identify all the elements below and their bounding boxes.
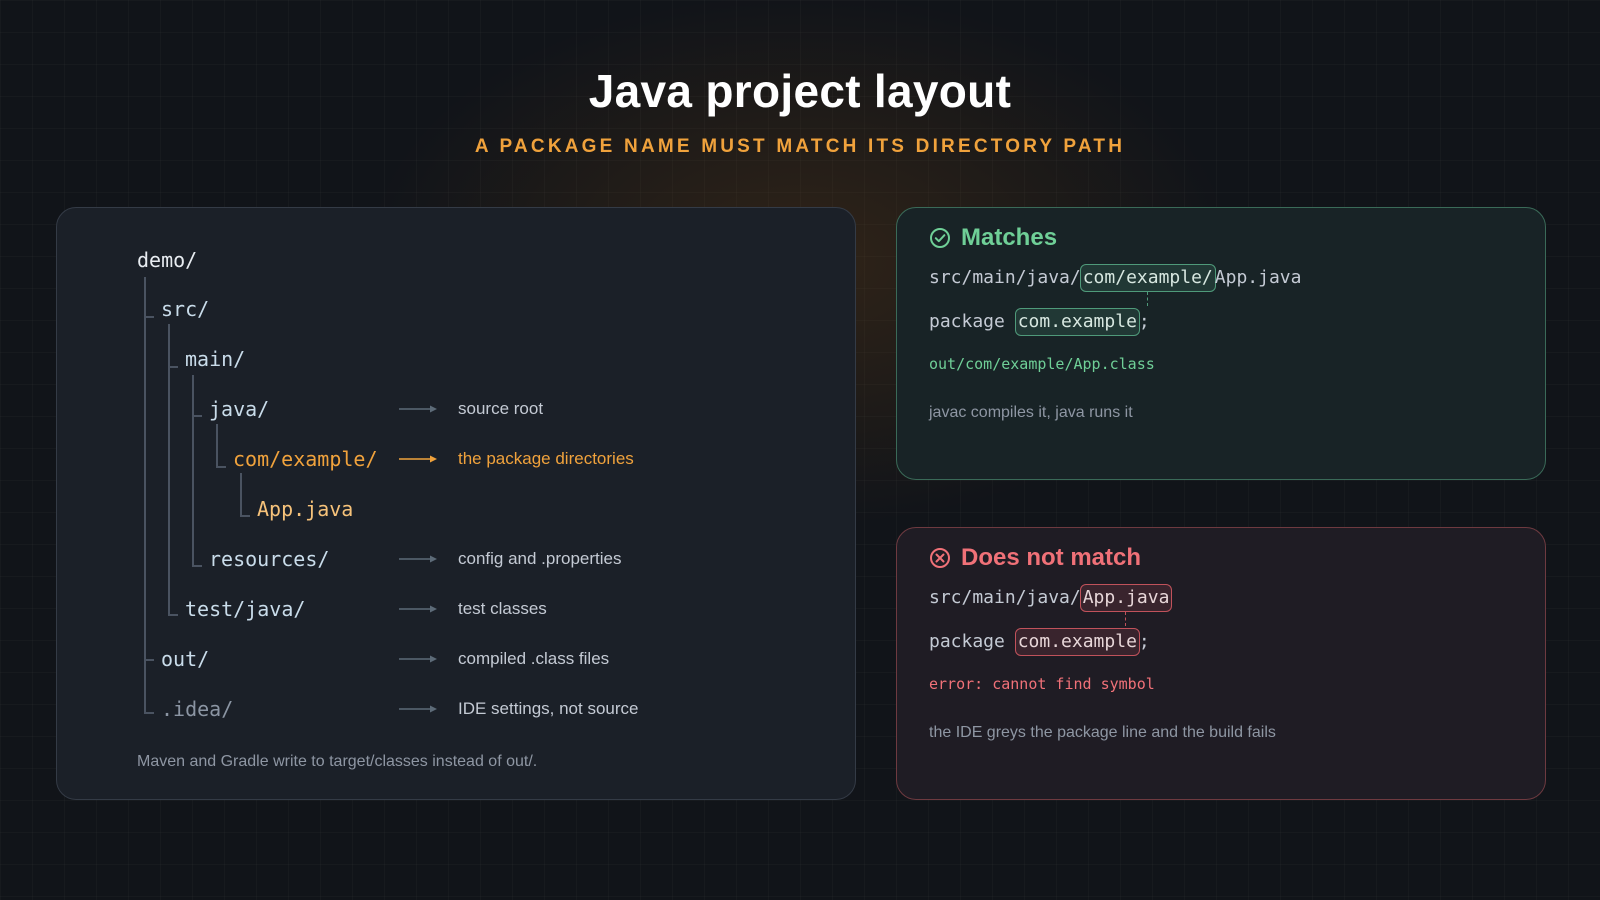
tree-branch-line (168, 614, 178, 616)
note-compiled-classes: compiled .class files (458, 649, 610, 668)
note-package-directories: the package directories (458, 449, 634, 468)
arrow-right-icon (399, 405, 437, 413)
directory-tree-panel: demo/ src/ main/ java/ com/example/ App.… (56, 207, 856, 800)
tree-branch-line (192, 415, 202, 417)
tree-node-test-java: test/java/ (185, 597, 306, 621)
tree-node-resources: resources/ (209, 547, 330, 571)
arrow-right-icon (399, 655, 437, 663)
page-title: Java project layout (588, 65, 1012, 117)
arrow-right-icon (399, 455, 437, 463)
mismatch-header: Does not match (929, 544, 1141, 572)
matches-caption: javac compiles it, java runs it (929, 404, 1133, 421)
path-highlight: App.java (1079, 584, 1173, 612)
tree-guide-line (168, 324, 170, 614)
matches-path: src/main/java/com/example/App.java (929, 264, 1301, 292)
matches-card: Matches src/main/java/com/example/App.ja… (896, 207, 1546, 480)
matches-package-line: package com.example; (929, 308, 1150, 336)
tree-branch-line (144, 712, 154, 714)
note-test-classes: test classes (458, 599, 547, 618)
matches-title: Matches (961, 224, 1058, 251)
tree-node-main: main/ (185, 347, 246, 371)
tree-node-java: java/ (209, 397, 270, 421)
x-circle-icon (930, 548, 950, 568)
tree-guide-line (144, 277, 146, 713)
tree-branch-line (144, 659, 154, 661)
arrow-right-icon (399, 555, 437, 563)
arrow-right-icon (399, 605, 437, 613)
package-keyword: package (929, 311, 1016, 332)
mismatch-card: Does not match src/main/java/App.java pa… (896, 527, 1546, 800)
tree-branch-line (240, 515, 250, 517)
note-source-root: source root (458, 399, 544, 418)
note-ide-settings: IDE settings, not source (458, 699, 639, 718)
package-name: com.example (1014, 628, 1140, 656)
tree-branch-line (192, 565, 202, 567)
package-semicolon: ; (1138, 311, 1150, 332)
mismatch-connector (1125, 612, 1126, 626)
tree-node-demo: demo/ (137, 248, 198, 272)
arrow-right-icon (399, 705, 437, 713)
tree-guide-line (240, 473, 242, 515)
page-subtitle: A PACKAGE NAME MUST MATCH ITS DIRECTORY … (474, 136, 1126, 157)
matches-output: out/com/example/App.class (929, 355, 1155, 373)
directory-tree: demo/ src/ main/ java/ com/example/ App.… (57, 208, 857, 801)
mismatch-error: error: cannot find symbol (929, 675, 1155, 693)
note-resources: config and .properties (458, 549, 622, 568)
path-prefix: src/main/java/ (929, 587, 1081, 608)
package-name: com.example (1014, 308, 1140, 336)
package-keyword: package (929, 631, 1016, 652)
matches-header: Matches (929, 224, 1057, 252)
tree-branch-line (216, 466, 226, 468)
path-prefix: src/main/java/ (929, 267, 1081, 288)
tree-node-idea: .idea/ (161, 697, 234, 721)
tree-guide-line (192, 375, 194, 565)
mismatch-title: Does not match (961, 544, 1142, 571)
path-suffix: App.java (1214, 267, 1302, 288)
tree-footnote: Maven and Gradle write to target/classes… (137, 753, 538, 770)
mismatch-package-line: package com.example; (929, 628, 1150, 656)
tree-guide-line (216, 424, 218, 466)
mismatch-caption: the IDE greys the package line and the b… (929, 724, 1276, 741)
tree-branch-line (144, 316, 154, 318)
path-highlight: com/example/ (1079, 264, 1216, 292)
package-semicolon: ; (1138, 631, 1150, 652)
tree-node-out: out/ (161, 647, 210, 671)
tree-branch-line (168, 366, 178, 368)
tree-node-app-java: App.java (257, 497, 354, 521)
mismatch-path: src/main/java/App.java (929, 584, 1173, 612)
tree-node-src: src/ (161, 297, 210, 321)
tree-node-com-example: com/example/ (233, 447, 378, 471)
match-connector (1147, 292, 1148, 306)
check-circle-icon (930, 228, 950, 248)
